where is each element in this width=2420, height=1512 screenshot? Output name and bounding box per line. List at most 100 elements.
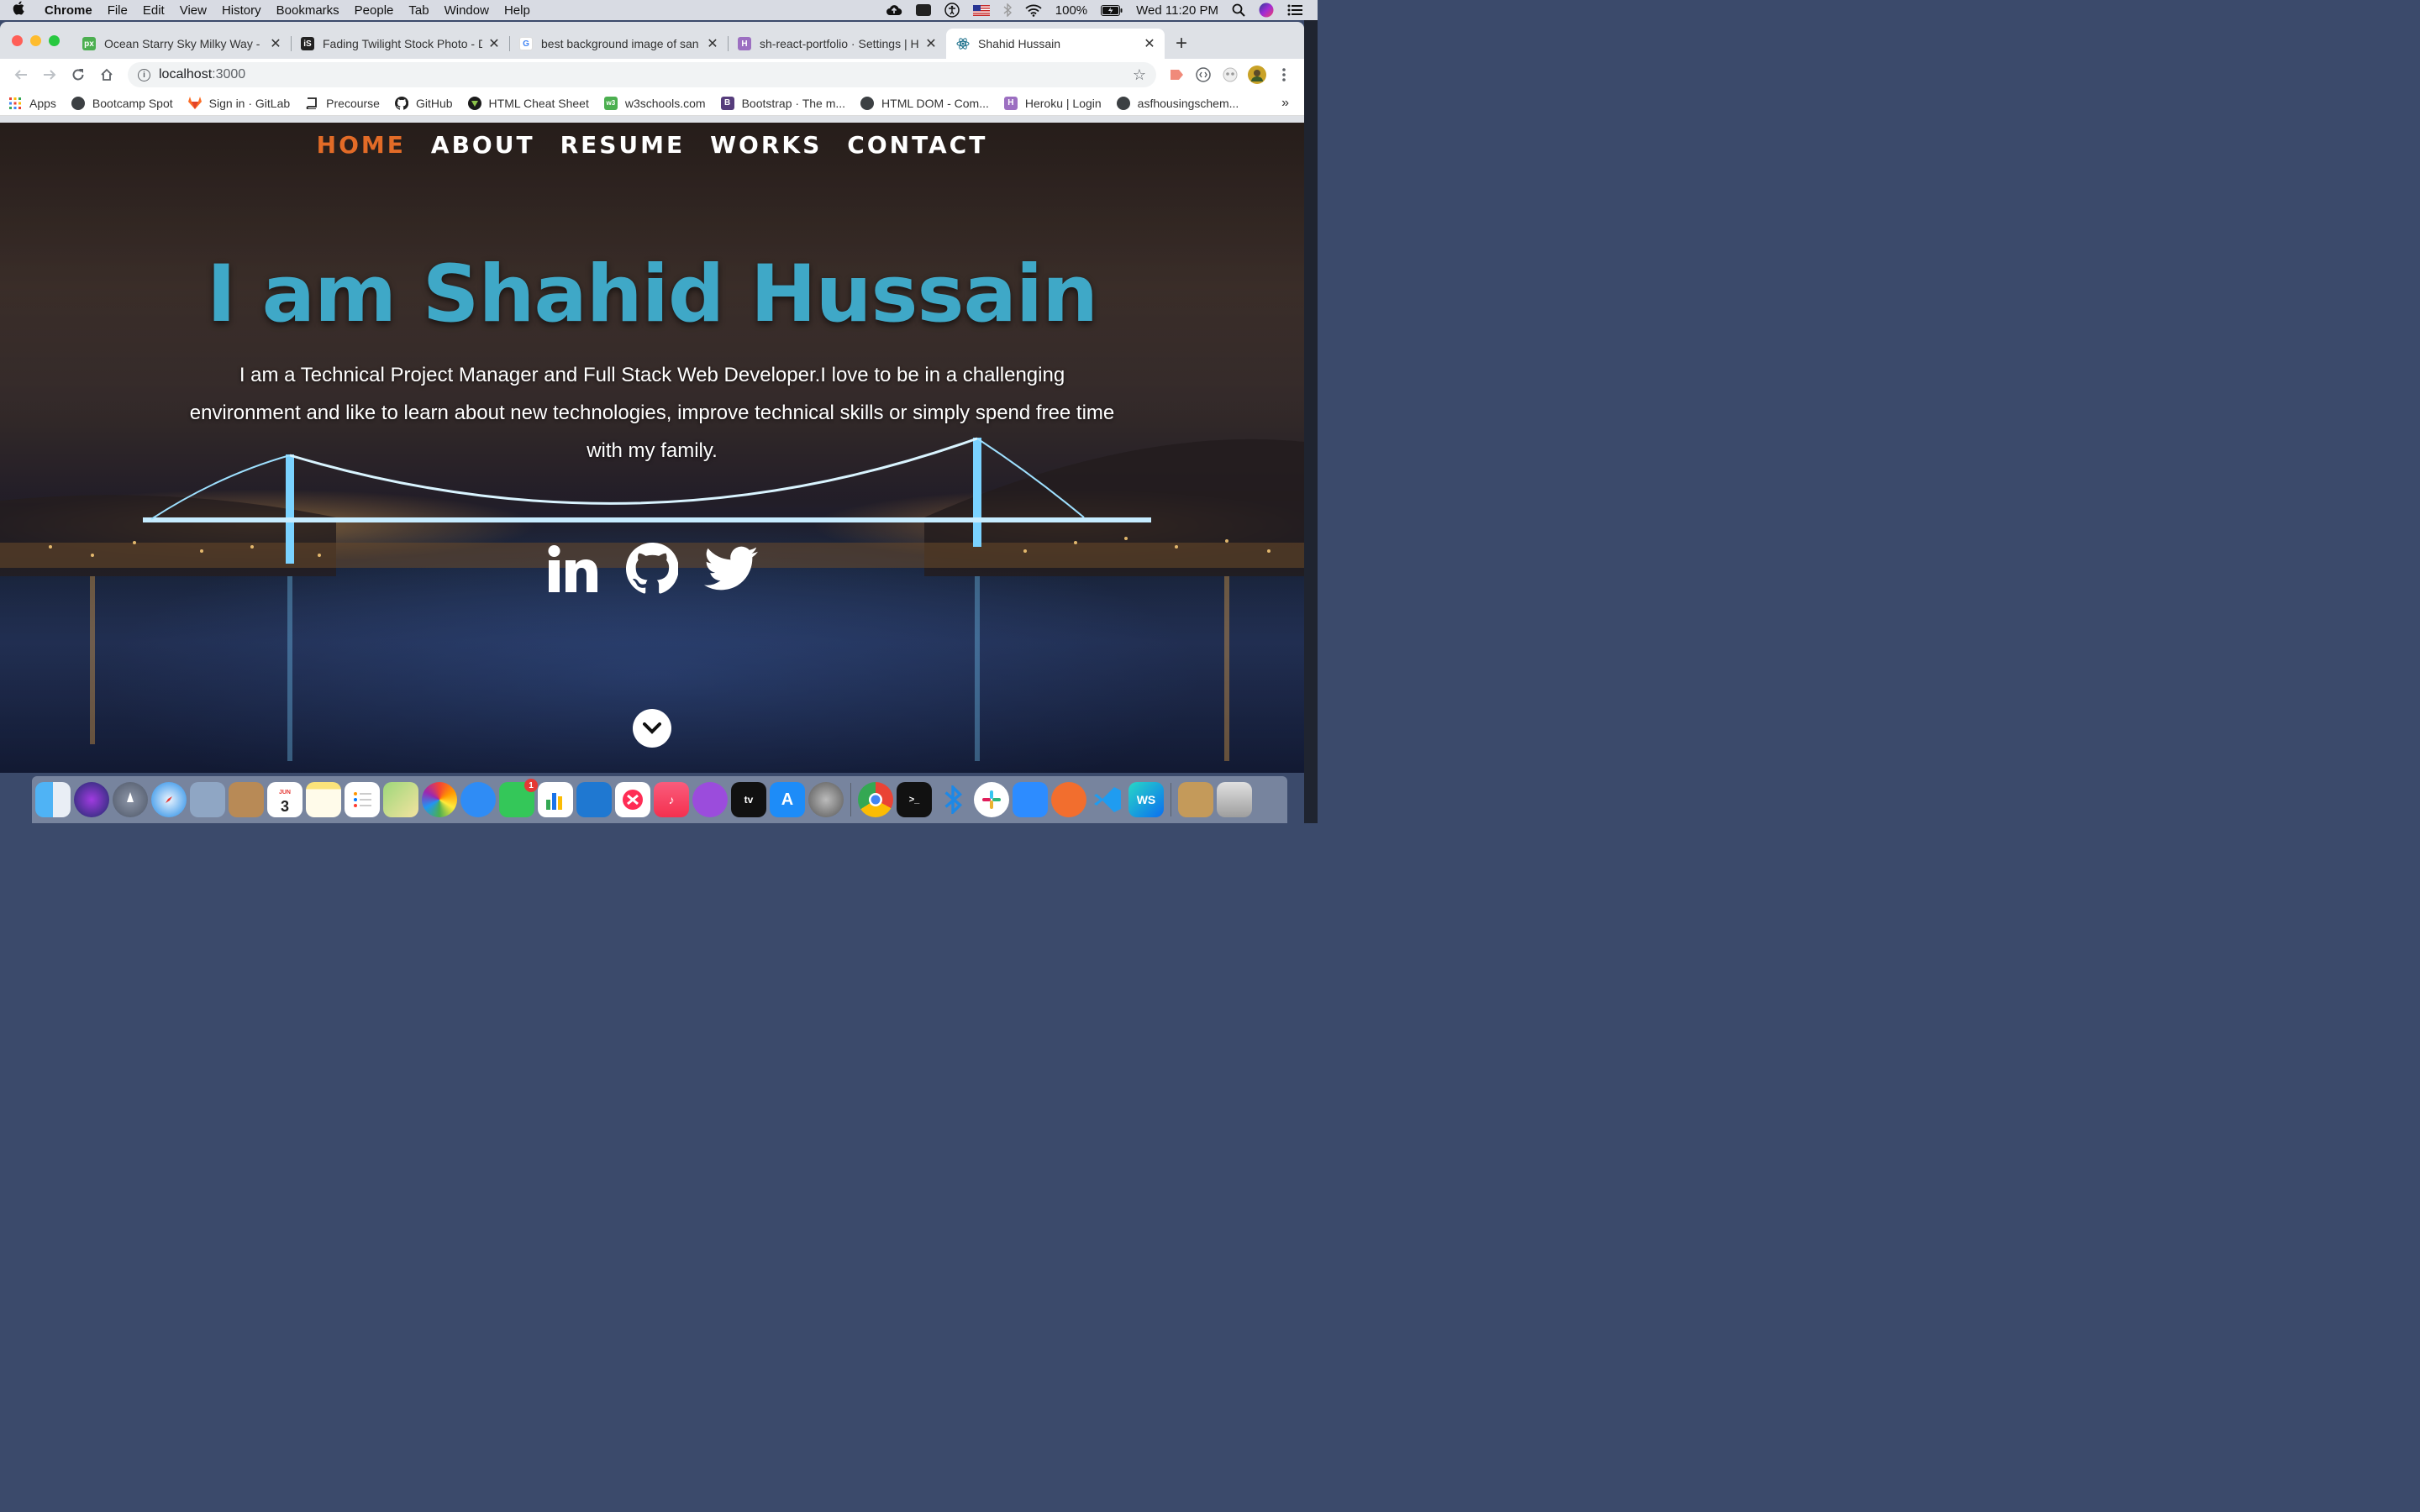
menu-bookmarks[interactable]: Bookmarks [269, 3, 347, 18]
bookmark-star-icon[interactable]: ☆ [1133, 66, 1146, 84]
reload-icon[interactable] [64, 62, 92, 87]
bookmark-heroku[interactable]: H Heroku | Login [1003, 96, 1102, 110]
menu-window[interactable]: Window [437, 3, 497, 18]
nav-home[interactable]: HOME [317, 131, 406, 159]
bookmark-bootstrap[interactable]: B Bootstrap · The m... [720, 96, 845, 110]
spotlight-search-icon[interactable] [1225, 3, 1252, 17]
linkedin-icon[interactable] [545, 541, 601, 596]
zoom-window-button[interactable] [49, 35, 60, 46]
bookmark-html-cheat-sheet[interactable]: HTML Cheat Sheet [467, 96, 589, 110]
downloads-stack-icon[interactable] [1178, 782, 1213, 817]
bookmark-html-dom[interactable]: HTML DOM - Com... [860, 96, 989, 110]
bookmark-asfhousing[interactable]: asfhousingschem... [1116, 96, 1239, 110]
close-tab-icon[interactable]: ✕ [1143, 35, 1156, 52]
bookmark-w3schools[interactable]: w3 w3schools.com [603, 96, 706, 110]
bookmark-apps[interactable]: Apps [8, 97, 56, 110]
github-icon[interactable] [624, 541, 680, 596]
finder-icon[interactable] [35, 782, 71, 817]
tab-google-search[interactable]: G best background image of san ✕ [509, 29, 728, 59]
us-flag-icon[interactable] [966, 4, 997, 16]
extension-code-icon[interactable] [1190, 62, 1217, 87]
webstorm-icon[interactable]: WS [1128, 782, 1164, 817]
nav-resume[interactable]: RESUME [560, 131, 686, 159]
menu-people[interactable]: People [347, 3, 402, 18]
apple-tv-icon[interactable]: tv [731, 782, 766, 817]
close-tab-icon[interactable]: ✕ [924, 35, 938, 52]
cloud-upload-icon[interactable] [879, 4, 909, 16]
maps-icon[interactable] [383, 782, 418, 817]
chrome-menu-icon[interactable] [1270, 62, 1297, 87]
trash-icon[interactable] [1217, 782, 1252, 817]
siri-icon[interactable] [1252, 3, 1281, 18]
nav-about[interactable]: ABOUT [431, 131, 535, 159]
menu-app-name[interactable]: Chrome [37, 3, 100, 18]
postman-icon[interactable] [1051, 782, 1086, 817]
menu-view[interactable]: View [172, 3, 214, 18]
profile-avatar-icon[interactable] [1244, 62, 1270, 87]
numbers-icon[interactable] [538, 782, 573, 817]
facetime-icon[interactable]: 1 [499, 779, 538, 817]
siri-dock-icon[interactable] [74, 782, 109, 817]
menu-tab[interactable]: Tab [401, 3, 436, 18]
bluetooth-file-exchange-icon[interactable] [935, 782, 971, 817]
menu-help[interactable]: Help [497, 3, 538, 18]
new-tab-button[interactable]: + [1165, 29, 1198, 59]
launchpad-icon[interactable] [113, 782, 148, 817]
twitter-icon[interactable] [703, 541, 759, 596]
chrome-icon[interactable] [858, 782, 893, 817]
safari-icon[interactable] [151, 782, 187, 817]
slack-icon[interactable] [974, 782, 1009, 817]
calendar-icon[interactable]: JUN 3 [267, 782, 302, 817]
podcasts-icon[interactable] [692, 782, 728, 817]
mail-stamp-icon[interactable] [190, 782, 225, 817]
menubar-clock[interactable]: Wed 11:20 PM [1129, 3, 1225, 18]
site-info-icon[interactable]: i [138, 68, 150, 81]
wifi-icon[interactable] [1018, 4, 1049, 17]
bookmark-gitlab[interactable]: Sign in · GitLab [187, 97, 290, 110]
nav-contact[interactable]: CONTACT [847, 131, 987, 159]
menu-history[interactable]: History [214, 3, 269, 18]
extension-panda-icon[interactable] [1217, 62, 1244, 87]
tab-shahid-hussain[interactable]: Shahid Hussain ✕ [946, 29, 1165, 59]
address-bar[interactable]: i localhost:3000 ☆ [128, 62, 1156, 87]
forward-arrow-icon[interactable] [35, 62, 64, 87]
photos-icon[interactable] [422, 782, 457, 817]
messages-icon[interactable] [460, 782, 496, 817]
scroll-down-chevron-icon[interactable] [633, 709, 671, 748]
apple-menu-icon[interactable] [0, 1, 37, 19]
extension-cast-icon[interactable] [1163, 62, 1190, 87]
news-icon[interactable] [615, 782, 650, 817]
minimize-window-button[interactable] [30, 35, 41, 46]
screen-record-icon[interactable] [909, 4, 938, 16]
menu-edit[interactable]: Edit [135, 3, 172, 18]
close-window-button[interactable] [12, 35, 23, 46]
home-icon[interactable] [92, 62, 121, 87]
reminders-icon[interactable] [345, 782, 380, 817]
keynote-icon[interactable] [576, 782, 612, 817]
system-preferences-icon[interactable] [808, 782, 844, 817]
terminal-icon[interactable]: >_ [897, 782, 932, 817]
bookmark-github[interactable]: GitHub [395, 96, 453, 110]
vscode-icon[interactable] [1090, 782, 1125, 817]
bookmarks-overflow-icon[interactable]: » [1281, 96, 1296, 111]
bluetooth-icon[interactable] [997, 3, 1018, 17]
zoom-icon[interactable] [1013, 782, 1048, 817]
close-tab-icon[interactable]: ✕ [487, 35, 501, 52]
battery-percent[interactable]: 100% [1049, 3, 1094, 18]
bookmark-bootcamp-spot[interactable]: Bootcamp Spot [71, 96, 173, 110]
notes-icon[interactable] [306, 782, 341, 817]
notification-center-icon[interactable] [1281, 4, 1309, 16]
close-tab-icon[interactable]: ✕ [269, 35, 282, 52]
bookmark-precourse[interactable]: Precourse [305, 97, 380, 110]
app-store-icon[interactable]: A [770, 782, 805, 817]
nav-works[interactable]: WORKS [710, 131, 822, 159]
contacts-icon[interactable] [229, 782, 264, 817]
menu-file[interactable]: File [100, 3, 135, 18]
battery-icon[interactable] [1094, 4, 1129, 16]
close-tab-icon[interactable]: ✕ [706, 35, 719, 52]
music-icon[interactable]: ♪ [654, 782, 689, 817]
tab-heroku-settings[interactable]: H sh-react-portfolio · Settings | H ✕ [728, 29, 946, 59]
tab-ocean-starry-sky[interactable]: px Ocean Starry Sky Milky Way - P ✕ [72, 29, 291, 59]
tab-fading-twilight[interactable]: iS Fading Twilight Stock Photo - D ✕ [291, 29, 509, 59]
accessibility-icon[interactable] [938, 3, 966, 18]
